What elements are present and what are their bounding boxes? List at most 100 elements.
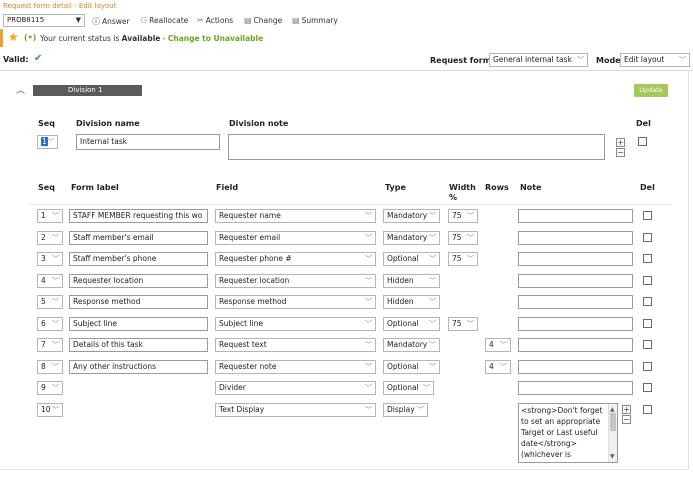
note-input[interactable] <box>518 317 633 331</box>
type-select[interactable]: Optional ﹀ <box>383 317 440 331</box>
field-header: Field <box>216 183 239 192</box>
division-del-checkbox[interactable] <box>638 137 647 146</box>
collapse-minus-icon[interactable]: − <box>616 148 625 157</box>
note-input[interactable] <box>518 295 633 309</box>
seq-select[interactable]: 9 ﹀ <box>37 381 63 395</box>
type-select[interactable]: Display ﹀ <box>383 403 428 417</box>
field-select[interactable]: Requester note ﹀ <box>215 360 376 374</box>
field-value: Requester note <box>219 362 277 371</box>
type-select[interactable]: Mandatory ﹀ <box>383 338 440 352</box>
form-label-input[interactable]: STAFF MEMBER requesting this wo <box>69 209 208 223</box>
del-checkbox[interactable] <box>643 254 652 263</box>
division-note-textarea[interactable] <box>228 134 605 160</box>
actions-button[interactable]: ✂ Actions <box>197 16 233 25</box>
del-checkbox[interactable] <box>643 362 652 371</box>
field-value: Requester phone # <box>219 254 292 263</box>
request-form-select[interactable]: General internal task ﹀ <box>489 53 588 67</box>
division-name-input[interactable]: Internal task <box>76 134 220 150</box>
width-header: Width % <box>449 183 476 202</box>
division-seq-select[interactable]: 1 ﹀ <box>37 135 58 149</box>
update-button[interactable]: Update <box>634 84 668 97</box>
form-label-input[interactable]: Details of this task <box>69 338 208 352</box>
note-input[interactable] <box>518 338 633 352</box>
width-select[interactable]: 75 ﹀ <box>448 317 478 331</box>
chevron-down-icon: ﹀ <box>365 363 372 371</box>
field-select[interactable]: Requester name ﹀ <box>215 209 376 223</box>
change-to-unavailable-link[interactable]: Change to Unavailable <box>168 34 263 43</box>
field-select[interactable]: Requester email ﹀ <box>215 231 376 245</box>
seq-header: Seq <box>38 183 55 192</box>
mode-value: Edit layout <box>624 55 665 64</box>
del-checkbox[interactable] <box>643 405 652 414</box>
field-select[interactable]: Requester phone # ﹀ <box>215 252 376 266</box>
seq-select[interactable]: 3 ﹀ <box>37 252 63 266</box>
mode-select[interactable]: Edit layout ﹀ <box>620 53 690 67</box>
collapse-minus-icon[interactable]: − <box>622 415 631 424</box>
rows-select[interactable]: 4 ﹀ <box>485 360 511 374</box>
type-select[interactable]: Hidden ﹀ <box>383 274 440 288</box>
note-textarea[interactable]: <strong>Don't forget to set an appropria… <box>518 403 618 463</box>
type-select[interactable]: Hidden ﹀ <box>383 295 440 309</box>
scroll-down-arrow-icon[interactable]: ▼ <box>610 451 615 462</box>
note-input[interactable] <box>518 381 633 395</box>
expand-plus-icon[interactable]: + <box>616 138 625 147</box>
rows-select[interactable]: 4 ﹀ <box>485 338 511 352</box>
seq-select[interactable]: 5 ﹀ <box>37 295 63 309</box>
chevron-down-icon: ﹀ <box>52 277 59 285</box>
note-input[interactable] <box>518 360 633 374</box>
type-select[interactable]: Mandatory ﹀ <box>383 231 440 245</box>
field-select[interactable]: Subject line ﹀ <box>215 317 376 331</box>
reallocate-button[interactable]: ⚇ Reallocate <box>140 16 188 25</box>
form-id-value: PROB8115 <box>7 16 45 24</box>
form-label-input[interactable]: Requester location <box>69 274 208 288</box>
collapse-chevron-icon[interactable]: ︿ <box>16 83 25 96</box>
seq-select[interactable]: 8 ﹀ <box>37 360 63 374</box>
width-select[interactable]: 75 ﹀ <box>448 209 478 223</box>
type-select[interactable]: Optional ﹀ <box>383 381 434 395</box>
form-label-input[interactable]: Staff member's phone <box>69 252 208 266</box>
chevron-down-icon: ﹀ <box>365 277 372 285</box>
change-button[interactable]: ▤ Change <box>244 16 282 25</box>
field-select[interactable]: Text Display ﹀ <box>215 403 376 417</box>
width-value: 75 <box>452 319 462 328</box>
del-checkbox[interactable] <box>643 211 652 220</box>
form-label-input[interactable]: Staff member's email <box>69 231 208 245</box>
seq-select[interactable]: 6 ﹀ <box>37 317 63 331</box>
scroll-thumb[interactable] <box>610 413 616 431</box>
del-checkbox[interactable] <box>643 340 652 349</box>
chevron-down-icon: ﹀ <box>365 406 372 414</box>
seq-select[interactable]: 2 ﹀ <box>37 231 63 245</box>
del-checkbox[interactable] <box>643 276 652 285</box>
seq-select[interactable]: 10 ﹀ <box>37 403 63 417</box>
width-select[interactable]: 75 ﹀ <box>448 252 478 266</box>
type-select[interactable]: Optional ﹀ <box>383 360 440 374</box>
seq-value: 2 <box>41 233 46 242</box>
note-input[interactable] <box>518 231 633 245</box>
del-checkbox[interactable] <box>643 319 652 328</box>
form-label-input[interactable]: Any other instructions <box>69 360 208 374</box>
form-label-input[interactable]: Subject line <box>69 317 208 331</box>
type-select[interactable]: Mandatory ﹀ <box>383 209 440 223</box>
note-input[interactable] <box>518 274 633 288</box>
field-select[interactable]: Divider ﹀ <box>215 381 376 395</box>
type-value: Optional <box>387 362 419 371</box>
seq-select[interactable]: 7 ﹀ <box>37 338 63 352</box>
expand-plus-icon[interactable]: + <box>622 405 631 414</box>
seq-select[interactable]: 4 ﹀ <box>37 274 63 288</box>
form-label-input[interactable]: Response method <box>69 295 208 309</box>
del-checkbox[interactable] <box>643 383 652 392</box>
del-checkbox[interactable] <box>643 297 652 306</box>
del-checkbox[interactable] <box>643 233 652 242</box>
textarea-scrollbar[interactable]: ▲ ▼ <box>608 404 617 462</box>
note-input[interactable] <box>518 209 633 223</box>
field-select[interactable]: Response method ﹀ <box>215 295 376 309</box>
seq-select[interactable]: 1 ﹀ <box>37 209 63 223</box>
note-input[interactable] <box>518 252 633 266</box>
field-select[interactable]: Requester location ﹀ <box>215 274 376 288</box>
summary-button[interactable]: ▤ Summary <box>292 16 338 25</box>
answer-button[interactable]: ⓘ Answer <box>92 16 130 27</box>
field-select[interactable]: Request text ﹀ <box>215 338 376 352</box>
type-select[interactable]: Optional ﹀ <box>383 252 440 266</box>
form-id-select[interactable]: PROB8115 ▼ <box>3 14 85 27</box>
width-select[interactable]: 75 ﹀ <box>448 231 478 245</box>
